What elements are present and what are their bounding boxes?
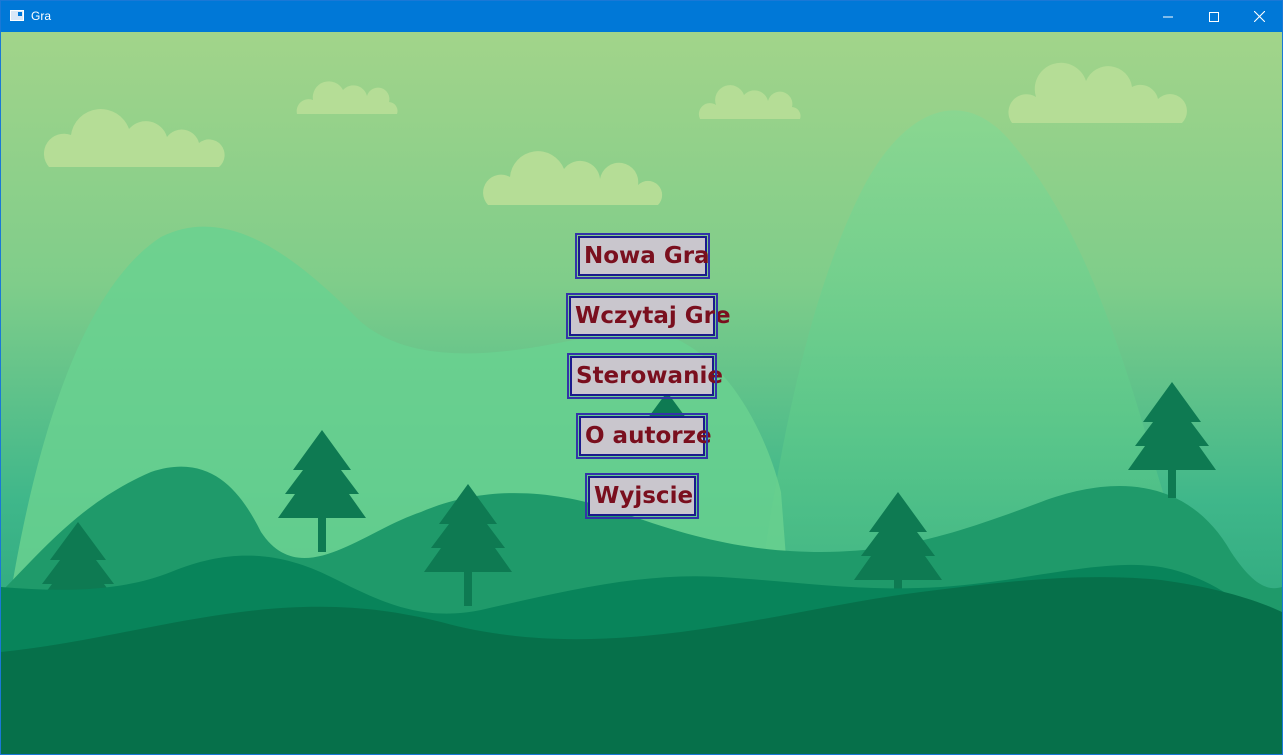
game-window: Gra Nowa Gra Wczytaj Gre Sterowanie O au… — [0, 0, 1283, 755]
load-game-button[interactable]: Wczytaj Gre — [566, 293, 731, 339]
about-author-button[interactable]: O autorze — [576, 413, 712, 459]
exit-button[interactable]: Wyjscie — [585, 473, 699, 519]
controls-button[interactable]: Sterowanie — [567, 353, 723, 399]
title-bar[interactable]: Gra — [1, 1, 1282, 32]
app-window-icon — [10, 10, 24, 21]
close-button[interactable] — [1236, 1, 1282, 32]
minimize-button[interactable] — [1145, 1, 1191, 32]
game-canvas[interactable]: Nowa Gra Wczytaj Gre Sterowanie O autorz… — [1, 32, 1282, 754]
close-icon — [1253, 11, 1265, 22]
maximize-icon — [1209, 11, 1219, 22]
minimize-icon — [1163, 16, 1173, 17]
maximize-button[interactable] — [1191, 1, 1237, 32]
new-game-button[interactable]: Nowa Gra — [575, 233, 710, 279]
window-title: Gra — [31, 9, 52, 23]
